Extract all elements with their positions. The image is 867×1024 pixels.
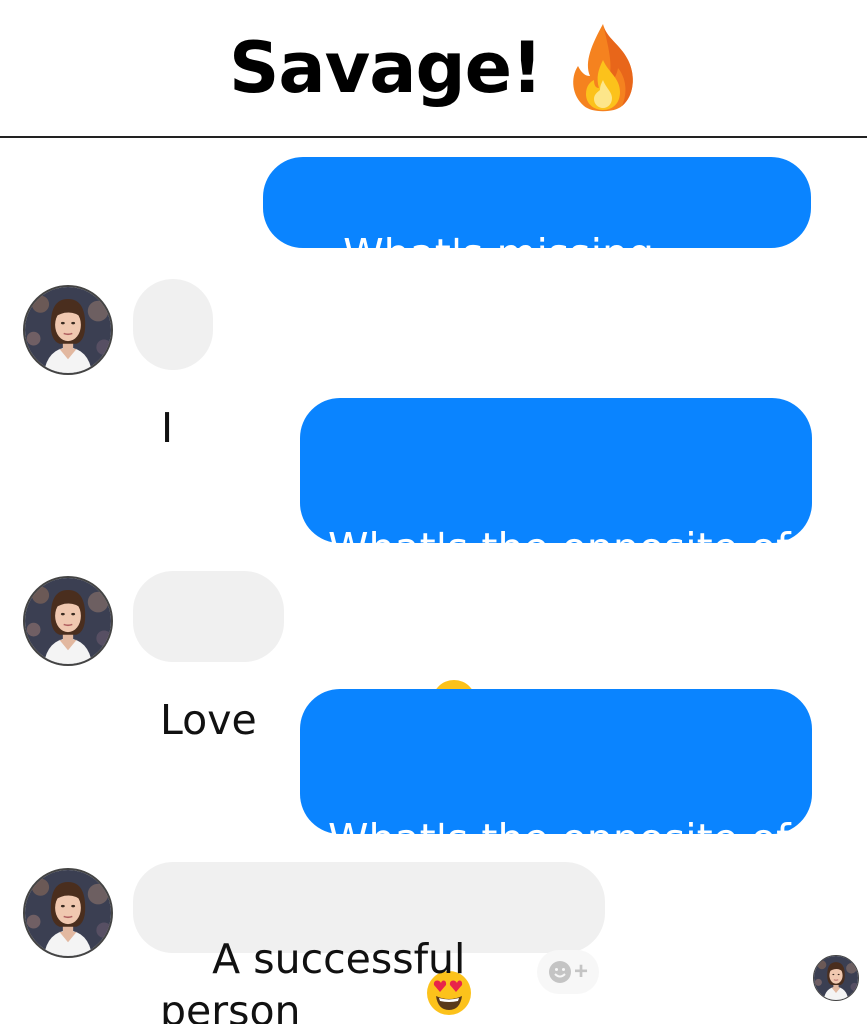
message-bubble-received[interactable]: Love [133, 571, 284, 744]
plus-icon: + [573, 958, 588, 985]
contact-avatar[interactable] [23, 576, 113, 666]
message-text-line: What's the opposite of [328, 524, 791, 572]
title-row: Savage! [0, 22, 867, 114]
read-receipt-avatar [813, 955, 859, 1001]
smiley-icon [548, 961, 571, 983]
message-bubble-received[interactable]: A successful person [133, 862, 605, 1024]
avatar-photo [814, 956, 858, 1000]
message-text-line: What's the opposite of [328, 815, 791, 863]
page-title: Savage! [228, 27, 543, 109]
message-text: What's missing A,E,_,O,U [291, 230, 668, 330]
avatar-photo [25, 578, 111, 664]
avatar-photo [25, 287, 111, 373]
message-text: Love [160, 696, 257, 744]
avatar-photo [25, 870, 111, 956]
header: Savage! [0, 0, 867, 138]
message-bubble-sent[interactable]: What's missing A,E,_,O,U [263, 157, 811, 330]
message-bubble-received[interactable]: I [133, 279, 213, 452]
message-bubble-sent[interactable]: What's the opposite of me? [300, 689, 812, 1021]
fire-icon [573, 24, 633, 112]
message-bubble-sent[interactable]: What's the opposite of hate [300, 398, 812, 730]
add-reaction-button[interactable]: + [537, 950, 599, 994]
chat-screenshot: Savage! What's missing A,E,_,O,U I What'… [0, 0, 867, 1024]
message-text: I [161, 404, 174, 452]
contact-avatar[interactable] [23, 285, 113, 375]
contact-avatar[interactable] [23, 868, 113, 958]
